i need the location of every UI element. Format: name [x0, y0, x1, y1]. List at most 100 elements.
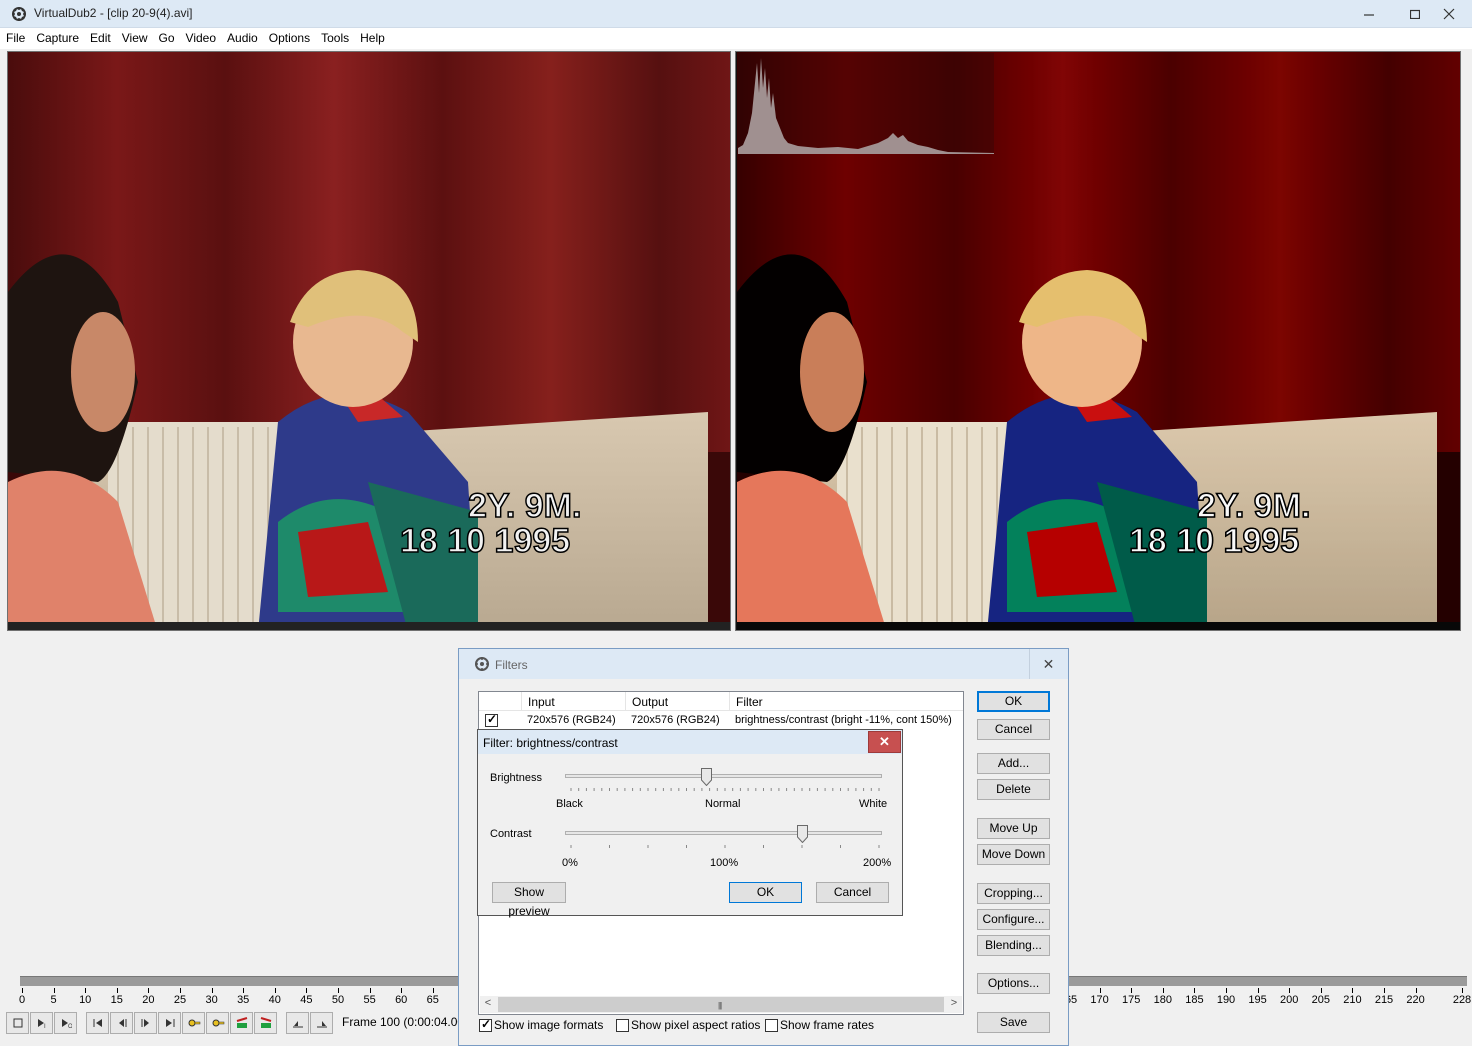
stop-icon	[13, 1018, 22, 1028]
menu-video[interactable]: Video	[180, 28, 221, 49]
timeline-tick-mark	[1462, 988, 1463, 993]
menu-options[interactable]: Options	[263, 28, 315, 49]
prev-frame-icon	[118, 1019, 126, 1027]
timeline-tick-mark	[148, 988, 150, 993]
show-preview-button[interactable]: Show preview	[492, 882, 566, 918]
show-frame-rates-checkbox[interactable]	[765, 1019, 778, 1032]
menu-edit[interactable]: Edit	[84, 28, 116, 49]
delete-filter-button[interactable]: Delete	[977, 779, 1050, 800]
mark-out-button[interactable]	[310, 1012, 333, 1034]
filter-list-header: Input Output Filter	[479, 692, 963, 711]
move-down-button[interactable]: Move Down	[977, 844, 1050, 865]
mark-in-button[interactable]	[286, 1012, 309, 1034]
close-icon	[1443, 8, 1455, 20]
bc-cancel-button[interactable]: Cancel	[816, 882, 889, 903]
save-button[interactable]: Save	[977, 1012, 1050, 1033]
menu-capture[interactable]: Capture	[30, 28, 84, 49]
add-filter-button[interactable]: Add...	[977, 753, 1050, 774]
go-start-icon	[93, 1019, 102, 1027]
filters-ok-button[interactable]: OK	[977, 691, 1050, 712]
close-button[interactable]	[1426, 0, 1472, 28]
timeline-tick-mark	[274, 988, 276, 993]
filters-cancel-button[interactable]: Cancel	[977, 719, 1050, 740]
timeline-tick-label: 185	[1185, 994, 1204, 1006]
timeline-tick-label: 30	[205, 994, 218, 1006]
configure-button[interactable]: Configure...	[977, 909, 1050, 930]
column-filter[interactable]: Filter	[729, 692, 963, 711]
contrast-max-label: 200%	[863, 857, 892, 869]
bc-ok-button[interactable]: OK	[729, 882, 802, 903]
options-button[interactable]: Options...	[977, 973, 1050, 994]
stop-button[interactable]	[6, 1012, 29, 1034]
timeline-tick-mark	[1099, 988, 1101, 993]
timeline-tick-mark	[211, 988, 213, 993]
prev-frame-button[interactable]	[110, 1012, 133, 1034]
cropping-button[interactable]: Cropping...	[977, 883, 1050, 904]
timeline-tick-label: 190	[1216, 994, 1236, 1006]
show-pixel-aspect-label: Show pixel aspect ratios	[631, 1018, 761, 1032]
scroll-right-icon[interactable]: >	[946, 997, 962, 1012]
scroll-left-icon[interactable]: <	[480, 997, 496, 1012]
play-output-icon: O	[61, 1019, 72, 1028]
filters-dialog-title: Filters	[495, 658, 528, 672]
brightness-slider-track[interactable]	[565, 774, 882, 778]
scene-prev-icon	[236, 1017, 247, 1028]
play-output-button[interactable]: O	[54, 1012, 77, 1034]
timeline-tick-mark	[1162, 988, 1164, 993]
next-frame-icon	[141, 1019, 149, 1027]
menu-bar: File Capture Edit View Go Video Audio Op…	[0, 28, 1472, 49]
play-input-button[interactable]: I	[30, 1012, 53, 1034]
contrast-slider-thumb[interactable]	[797, 825, 809, 843]
brightness-slider-thumb[interactable]	[700, 768, 712, 786]
filter-enabled-checkbox[interactable]	[485, 712, 498, 727]
timeline-tick-mark	[1194, 988, 1196, 993]
timeline-tick-mark	[22, 988, 23, 993]
input-video-pane[interactable]: 2Y. 9M. 18 10 1995	[7, 51, 731, 631]
show-image-formats-checkbox[interactable]	[479, 1017, 492, 1032]
menu-audio[interactable]: Audio	[221, 28, 263, 49]
next-scene-button[interactable]	[254, 1012, 277, 1034]
timeline-tick-mark	[85, 988, 87, 993]
brightness-ticks	[570, 788, 880, 791]
timeline-tick-mark	[53, 988, 55, 993]
column-input[interactable]: Input	[521, 692, 625, 711]
bc-dialog-close-button[interactable]: ✕	[868, 731, 901, 753]
filter-list-hscrollbar[interactable]: < ||| >	[480, 996, 962, 1013]
timeline-tick-mark	[1384, 988, 1385, 993]
bc-dialog-title: Filter: brightness/contrast	[483, 736, 618, 750]
go-end-button[interactable]	[158, 1012, 181, 1034]
filters-dialog-close-button[interactable]: ✕	[1029, 649, 1067, 679]
timeline-tick-label: 0	[18, 994, 26, 1006]
column-output[interactable]: Output	[625, 692, 729, 711]
go-start-button[interactable]	[86, 1012, 109, 1034]
menu-file[interactable]: File	[0, 28, 30, 49]
title-bar: VirtualDub2 - [clip 20-9(4).avi]	[0, 0, 1472, 28]
move-up-button[interactable]: Move Up	[977, 818, 1050, 839]
menu-tools[interactable]: Tools	[315, 28, 354, 49]
timeline-tick-label: 25	[173, 994, 187, 1006]
video-date-overlay-line2: 18 10 1995	[400, 522, 570, 560]
blending-button[interactable]: Blending...	[977, 935, 1050, 956]
timeline-tick-mark	[1131, 988, 1133, 993]
prev-scene-button[interactable]	[230, 1012, 253, 1034]
next-keyframe-button[interactable]	[206, 1012, 229, 1034]
timeline-tick-mark	[338, 988, 339, 993]
minimize-button[interactable]	[1346, 0, 1392, 28]
timeline-tick-label: 175	[1122, 994, 1141, 1006]
brightness-black-label: Black	[556, 798, 583, 810]
contrast-slider-track[interactable]	[565, 831, 882, 835]
menu-go[interactable]: Go	[153, 28, 180, 49]
show-pixel-aspect-checkbox[interactable]	[616, 1019, 629, 1032]
timeline-tick-label: 55	[363, 994, 376, 1006]
timeline-tick-mark	[1320, 988, 1322, 993]
menu-view[interactable]: View	[116, 28, 153, 49]
output-date-overlay-line1: 2Y. 9M.	[1197, 487, 1310, 525]
filter-row[interactable]: 720x576 (RGB24) 720x576 (RGB24) brightne…	[479, 712, 963, 730]
contrast-label: Contrast	[490, 828, 532, 840]
next-frame-button[interactable]	[134, 1012, 157, 1034]
timeline-tick-label: 195	[1248, 994, 1267, 1006]
prev-keyframe-button[interactable]	[182, 1012, 205, 1034]
scrollbar-thumb[interactable]: |||	[498, 997, 944, 1012]
menu-help[interactable]: Help	[354, 28, 390, 49]
bc-dialog-titlebar: Filter: brightness/contrast ✕	[478, 730, 902, 754]
